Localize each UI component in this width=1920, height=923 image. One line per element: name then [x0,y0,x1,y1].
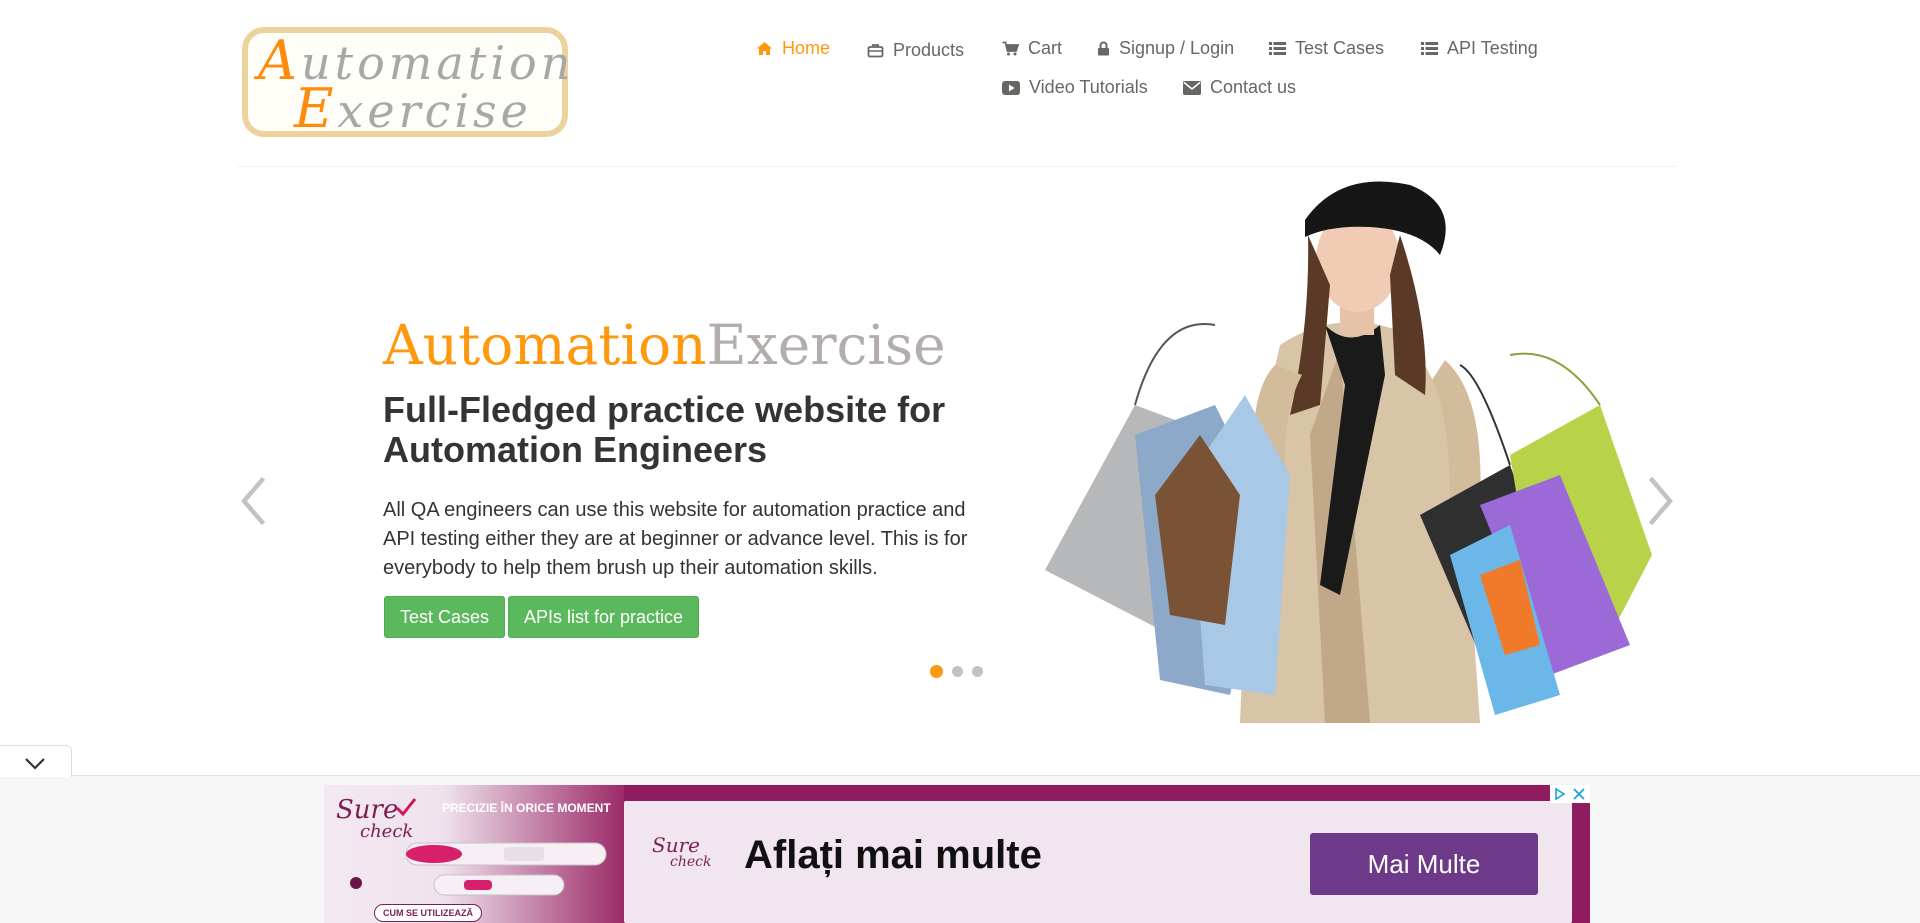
ad-panel-logo: Sure check [652,833,712,870]
close-icon[interactable] [1572,787,1586,801]
list-icon [1421,41,1438,55]
envelope-icon [1183,80,1201,95]
nav-cart-label: Cart [1028,38,1063,58]
ad-choices-controls[interactable] [1550,785,1590,803]
nav-signup-login[interactable]: Signup / Login [1097,38,1234,59]
ad-collapse-button[interactable] [0,745,72,777]
list-icon [1269,41,1286,55]
nav-products[interactable]: Products [867,40,964,61]
nav-test-cases[interactable]: Test Cases [1269,38,1384,59]
nav-api-testing[interactable]: API Testing [1421,38,1538,59]
nav-products-label: Products [893,40,965,60]
lock-icon [1098,41,1109,56]
header-divider [238,166,1676,167]
chevron-down-icon [25,758,45,770]
slide-indicator-1[interactable] [930,665,943,678]
ad-how-to-use[interactable]: CUM SE UTILIZEAZĂ [374,904,482,922]
pregnancy-test-image [405,842,607,896]
apis-list-button[interactable]: APIs list for practice [508,596,700,638]
youtube-icon [1002,80,1020,95]
ad-product-area: Sure check PRECIZIE ÎN ORICE MOMENT CUM … [324,785,624,923]
ad-cta-button[interactable]: Mai Multe [1310,833,1538,895]
nav-home[interactable]: Home [756,38,830,59]
nav-api-testing-label: API Testing [1447,38,1538,58]
slider-headline: Full-Fledged practice website for Automa… [383,389,946,470]
slide-indicator-3[interactable] [972,666,983,677]
hero-image-woman-shopping [1045,181,1652,723]
ad-content-panel: Sure check Aflați mai multe Mai Multe [624,801,1572,923]
decor-dot [350,877,362,889]
site-logo[interactable]: Automation Exercise [242,27,570,140]
nav-video-tutorials-label: Video Tutorials [1029,77,1148,97]
ad-slogan: PRECIZIE ÎN ORICE MOMENT [442,801,611,815]
home-icon [757,42,772,55]
nav-home-label: Home [782,38,831,58]
adchoices-icon[interactable] [1553,787,1567,801]
slider-description: All QA engineers can use this website fo… [383,499,968,579]
logo-line-2: Exercise [294,77,532,140]
nav-contact-us[interactable]: Contact us [1183,77,1296,98]
slider-brand-title: AutomationExercise [383,313,946,377]
nav-cart[interactable]: Cart [1002,38,1062,59]
nav-video-tutorials[interactable]: Video Tutorials [1002,77,1148,98]
checkmark-icon [395,798,417,817]
products-icon [867,44,884,58]
ad-headline: Aflați mai multe [744,833,1042,877]
nav-test-cases-label: Test Cases [1295,38,1385,58]
nav-signup-login-label: Signup / Login [1119,38,1235,58]
test-cases-button[interactable]: Test Cases [384,596,506,638]
nav-contact-us-label: Contact us [1210,77,1297,97]
chevron-left-icon[interactable] [238,476,268,526]
cart-icon [1002,41,1019,56]
slide-indicator-2[interactable] [952,666,963,677]
advertisement-banner[interactable]: Sure check PRECIZIE ÎN ORICE MOMENT CUM … [324,785,1590,923]
